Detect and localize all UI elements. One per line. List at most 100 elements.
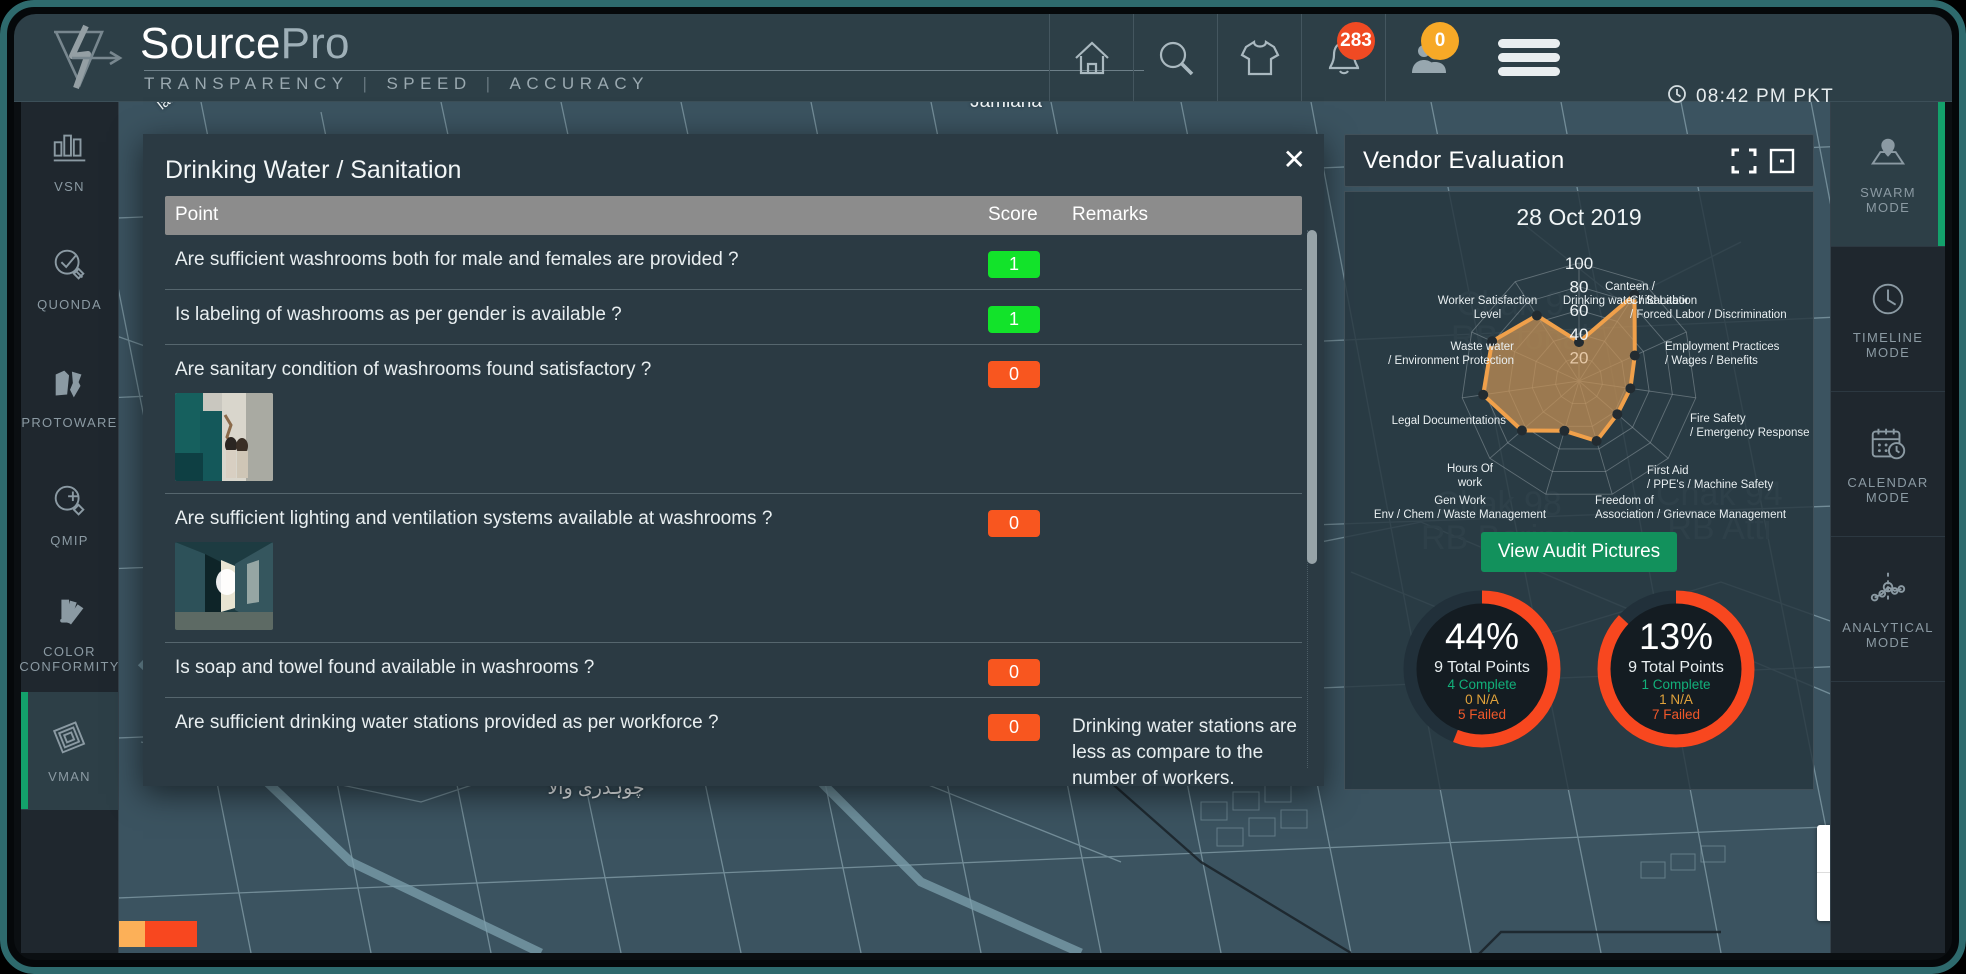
close-icon[interactable]: ✕ — [1283, 146, 1306, 174]
sourcepro-logo-icon — [42, 22, 128, 94]
sidebar-item-analytical-mode[interactable]: ANALYTICAL MODE — [1831, 537, 1945, 682]
tagline-sep-2: | — [485, 73, 496, 93]
row-remarks — [1072, 359, 1302, 493]
sidebar-label: CALENDAR MODE — [1847, 475, 1929, 505]
menu-icon[interactable] — [1469, 14, 1589, 101]
dialog-scrollbar[interactable] — [1307, 230, 1317, 768]
gauge-group: 44% 9 Total Points 4 Complete 0 N/A 5 Fa… — [1345, 586, 1813, 752]
table-row[interactable]: Are sufficient drinking water stations p… — [165, 698, 1302, 786]
user-account-icon[interactable]: 0 — [1385, 14, 1469, 101]
gauge-na: 0 N/A — [1465, 691, 1499, 707]
tagline-speed: SPEED — [386, 73, 472, 93]
menu-bar — [1498, 67, 1560, 76]
home-icon[interactable] — [1049, 14, 1133, 101]
sidebar-item-vman[interactable]: VMAN — [21, 692, 118, 810]
radar-chart: 20 40 60 80 100 Canteen / Drinking water / S… — [1345, 233, 1813, 528]
sidebar-item-quonda[interactable]: QUONDA — [21, 220, 118, 338]
sidebar-label: ANALYTICAL MODE — [1842, 620, 1934, 650]
scrollbar-thumb[interactable] — [1307, 230, 1317, 564]
vendor-evaluation-panel: Vendor Evaluation 28 Oct 2019 20 40 60 8… — [1344, 134, 1814, 790]
column-header-point: Point — [175, 204, 219, 225]
table-row[interactable]: Is labeling of washrooms as per gender i… — [165, 290, 1302, 345]
row-remarks — [1072, 249, 1302, 289]
audit-detail-dialog: Drinking Water / Sanitation ✕ Point Scor… — [143, 134, 1324, 786]
view-audit-pictures-button[interactable]: View Audit Pictures — [1480, 532, 1678, 572]
gauge-percent: 44% — [1444, 615, 1520, 657]
menu-bar — [1498, 39, 1560, 48]
sidebar-item-protoware[interactable]: PROTOWARE — [21, 338, 118, 456]
row-remarks — [1072, 304, 1302, 344]
bar-chart-icon — [49, 127, 91, 172]
pattern-pieces-icon — [49, 363, 91, 408]
svg-text:100: 100 — [1565, 254, 1593, 273]
sidebar-item-timeline-mode[interactable]: TIMELINE MODE — [1831, 247, 1945, 392]
fullscreen-icon[interactable] — [1731, 148, 1757, 174]
audit-photo-thumbnail[interactable] — [175, 542, 273, 630]
audit-date: 28 Oct 2019 — [1516, 204, 1642, 230]
gauge-secondary: 13% 9 Total Points 1 Complete 1 N/A 7 Fa… — [1593, 586, 1759, 752]
row-point: Are sanitary condition of washrooms foun… — [175, 359, 652, 380]
svg-text:20: 20 — [1570, 348, 1589, 367]
map-pin-icon — [1867, 133, 1909, 178]
clock-icon — [1867, 278, 1909, 323]
column-header-score: Score — [988, 204, 1038, 225]
audit-photo-thumbnail[interactable] — [175, 393, 273, 481]
sidebar-item-swarm-mode[interactable]: SWARM MODE — [1831, 102, 1945, 247]
brand-text: SourcePro TRANSPARENCY | SPEED | ACCURACY — [140, 18, 1144, 94]
stacked-books-icon — [49, 717, 91, 762]
row-point: Are sufficient washrooms both for male a… — [175, 249, 739, 270]
dialog-body: Point Score Remarks Are sufficient washr… — [143, 196, 1324, 786]
menu-bar — [1498, 53, 1560, 62]
tagline-transparency: TRANSPARENCY — [144, 73, 349, 93]
sidebar-label: PROTOWARE — [21, 415, 118, 430]
vendor-panel-body: 28 Oct 2019 20 40 60 80 100 Canteen / Drinki — [1344, 191, 1814, 790]
user-badge: 0 — [1421, 22, 1459, 60]
tshirt-icon[interactable] — [1217, 14, 1301, 101]
sidebar-item-qmip[interactable]: QMIP — [21, 456, 118, 574]
gauge-complete: 1 Complete — [1641, 676, 1711, 692]
clock-icon — [1667, 84, 1687, 110]
gauge-na: 1 N/A — [1659, 691, 1693, 707]
page-title: Vendor Evaluation — [1363, 146, 1565, 174]
audit-rows: Are sufficient washrooms both for male a… — [165, 235, 1302, 786]
sidebar-label: SWARM MODE — [1860, 185, 1916, 215]
svg-text:80: 80 — [1570, 278, 1589, 297]
sidebar-label: VMAN — [48, 769, 91, 784]
status-badge: 1 — [988, 251, 1040, 278]
status-badge: 0 — [988, 659, 1040, 686]
row-point: Are sufficient lighting and ventilation … — [175, 508, 773, 529]
notification-badge: 283 — [1337, 22, 1375, 60]
clock-time: 08:42 PM PKT — [1696, 86, 1834, 107]
table-row[interactable]: Are sufficient lighting and ventilation … — [165, 494, 1302, 643]
status-badge: 1 — [988, 306, 1040, 333]
notifications-bell-icon[interactable]: 283 — [1301, 14, 1385, 101]
gauge-failed: 5 Failed — [1457, 706, 1507, 722]
table-row[interactable]: Is soap and towel found available in was… — [165, 643, 1302, 698]
right-sidebar: SWARM MODE TIMELINE MODE CALENDAR MODE A… — [1830, 102, 1945, 953]
brand-divider — [144, 69, 1144, 71]
sidebar-label: VSN — [54, 179, 85, 194]
table-row[interactable]: Are sufficient washrooms both for male a… — [165, 235, 1302, 290]
top-bar: SourcePro TRANSPARENCY | SPEED | ACCURACY 28… — [14, 14, 1952, 102]
column-header-remarks: Remarks — [1072, 204, 1149, 225]
row-remarks — [1072, 508, 1302, 642]
gauge-percent: 13% — [1638, 615, 1714, 657]
sidebar-item-vsn[interactable]: VSN — [21, 102, 118, 220]
status-badge: 0 — [988, 510, 1040, 537]
gauge-total: 9 Total Points — [1628, 658, 1724, 676]
sidebar-item-color-conformity[interactable]: COLOR CONFORMITY — [19, 574, 118, 692]
tagline-accuracy: ACCURACY — [509, 73, 649, 93]
tagline-sep-1: | — [362, 73, 373, 93]
plus-search-icon — [49, 481, 91, 526]
sidebar-item-calendar-mode[interactable]: CALENDAR MODE — [1831, 392, 1945, 537]
radar-chart-svg: 20 40 60 80 100 — [1461, 254, 1697, 495]
check-search-icon — [49, 245, 91, 290]
node-graph-icon — [1867, 568, 1909, 613]
search-icon[interactable] — [1133, 14, 1217, 101]
app-title-bold: Source — [140, 18, 281, 68]
minimize-icon[interactable] — [1769, 148, 1795, 174]
gauge-complete: 4 Complete — [1447, 676, 1517, 692]
left-sidebar: VSN QUONDA PROTOWARE QMIP COLOR CONFORMI… — [19, 102, 119, 953]
row-remarks: Drinking water stations are less as comp… — [1072, 716, 1297, 786]
table-row[interactable]: Are sanitary condition of washrooms foun… — [165, 345, 1302, 494]
